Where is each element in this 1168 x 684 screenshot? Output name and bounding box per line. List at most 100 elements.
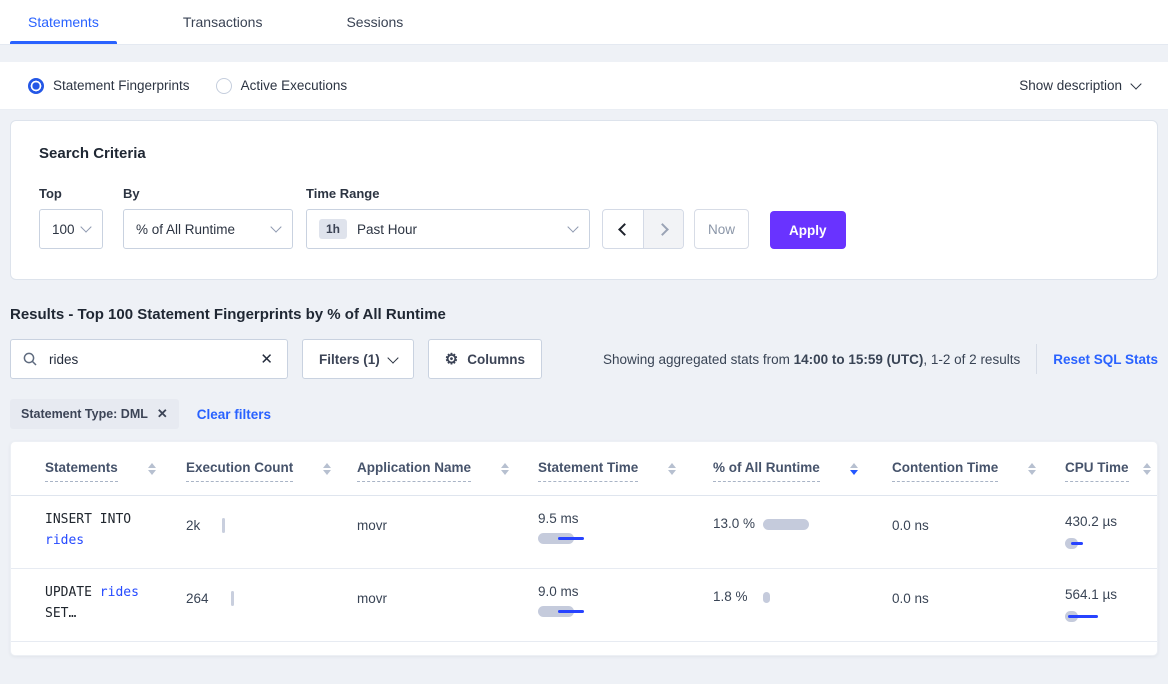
chevron-right-icon (656, 223, 669, 236)
value-bar (763, 592, 770, 603)
sort-arrows-icon[interactable] (323, 463, 331, 475)
statement-text: UPDATE (45, 585, 100, 600)
sort-down-icon (668, 470, 676, 475)
tab-transactions[interactable]: Transactions (165, 0, 281, 44)
radio-label: Statement Fingerprints (53, 78, 190, 93)
sort-arrows-icon[interactable] (668, 463, 676, 475)
remove-filter-icon[interactable]: ✕ (157, 406, 168, 422)
now-button[interactable]: Now (694, 209, 749, 249)
sort-down-icon (501, 470, 509, 475)
column-header-label: Statements (45, 460, 118, 482)
clear-search-icon[interactable]: ✕ (258, 350, 275, 368)
value-bar (763, 519, 809, 530)
top-tab-bar: Statements Transactions Sessions (0, 0, 1168, 45)
bar-line-icon (558, 610, 584, 613)
sort-down-icon (148, 470, 156, 475)
tab-statements[interactable]: Statements (10, 0, 117, 44)
active-filters-row: Statement Type: DML ✕ Clear filters (10, 399, 1158, 429)
column-header-label: Application Name (357, 460, 471, 482)
time-range-label: Time Range (306, 186, 602, 201)
stats-time-range: 14:00 to 15:59 (UTC) (794, 352, 924, 367)
sort-up-icon (1028, 463, 1036, 468)
chevron-down-icon (1130, 78, 1141, 89)
by-select[interactable]: % of All Runtime (123, 209, 293, 249)
filters-button[interactable]: Filters (1) (302, 339, 414, 379)
statement-cell[interactable]: INSERT INTO rides (45, 509, 161, 551)
filters-button-label: Filters (1) (319, 352, 380, 367)
radio-label: Active Executions (241, 78, 348, 93)
sort-down-icon (1028, 470, 1036, 475)
prev-time-button[interactable] (603, 210, 643, 248)
execution-count-cell: 2k (186, 518, 357, 533)
time-range-badge: 1h (319, 219, 347, 239)
bar-line-icon (1068, 615, 1098, 618)
runtime-pct-cell: 1.8 % (713, 584, 892, 610)
value-bar (538, 533, 584, 544)
chevron-down-icon (270, 221, 281, 232)
column-header-application-name[interactable]: Application Name (357, 442, 538, 495)
sort-up-icon (148, 463, 156, 468)
by-label: By (123, 186, 306, 201)
column-header-label: CPU Time (1065, 460, 1129, 482)
sort-arrows-icon[interactable] (501, 463, 509, 475)
sort-arrows-icon[interactable] (1028, 463, 1036, 475)
column-header-contention-time[interactable]: Contention Time (892, 442, 1065, 495)
execution-count-value: 264 (186, 591, 209, 606)
execution-count-bar-icon (231, 591, 234, 606)
gear-icon: ⚙ (445, 352, 458, 367)
runtime-pct-value: 13.0 % (713, 511, 757, 537)
statement-time-value: 9.0 ms (538, 584, 579, 599)
column-header-cpu-time[interactable]: CPU Time (1065, 442, 1151, 495)
tab-sessions[interactable]: Sessions (328, 0, 421, 44)
stats-text-prefix: Showing aggregated stats from (603, 352, 794, 367)
radio-active-executions[interactable]: Active Executions (216, 78, 348, 94)
statement-cell[interactable]: UPDATE rides SET… (45, 582, 161, 624)
sort-up-icon (323, 463, 331, 468)
value-bar (538, 606, 584, 617)
execution-count-bar-icon (222, 518, 225, 533)
time-range-value: Past Hour (357, 222, 417, 237)
statement-time-value: 9.5 ms (538, 511, 579, 526)
search-criteria-panel: Search Criteria Top 100 By % of All Runt… (10, 120, 1158, 280)
top-label: Top (39, 186, 123, 201)
column-header-statement-time[interactable]: Statement Time (538, 442, 713, 495)
statements-table: Statements Execution CountApplication Nam… (10, 441, 1158, 656)
clear-filters-link[interactable]: Clear filters (197, 407, 271, 422)
table-row: INSERT INTO rides2kmovr9.5 ms13.0 %0.0 n… (11, 496, 1157, 569)
time-range-select[interactable]: 1h Past Hour (306, 209, 590, 249)
apply-button[interactable]: Apply (770, 211, 846, 249)
top-select[interactable]: 100 (39, 209, 103, 249)
column-header-execution-count[interactable]: Execution Count (186, 442, 357, 495)
cpu-time-cell: 430.2 µs (1065, 509, 1119, 549)
columns-button[interactable]: ⚙ Columns (428, 339, 542, 379)
radio-unselected-icon (216, 78, 232, 94)
table-row: UPDATE rides SET…264movr9.0 ms1.8 %0.0 n… (11, 569, 1157, 642)
by-select-value: % of All Runtime (136, 222, 235, 237)
reset-sql-stats-link[interactable]: Reset SQL Stats (1053, 352, 1158, 367)
contention-time-cell: 0.0 ns (892, 591, 1065, 606)
show-description-toggle[interactable]: Show description (1019, 78, 1140, 93)
runtime-pct-cell: 13.0 % (713, 511, 892, 537)
sort-arrows-icon[interactable] (1143, 463, 1151, 475)
statement-table-link[interactable]: rides (45, 533, 84, 548)
view-toggle-bar: Statement Fingerprints Active Executions… (0, 62, 1168, 110)
search-input[interactable] (47, 351, 258, 368)
statement-table-link[interactable]: rides (100, 585, 139, 600)
sort-up-icon (668, 463, 676, 468)
chevron-down-icon (80, 221, 91, 232)
results-heading: Results - Top 100 Statement Fingerprints… (10, 306, 1158, 323)
execution-count-cell: 264 (186, 591, 357, 606)
statement-time-cell: 9.0 ms (538, 584, 713, 617)
sort-arrows-icon[interactable] (850, 463, 858, 475)
next-time-button[interactable] (643, 210, 683, 248)
statement-text: SET… (45, 606, 76, 621)
statement-search-box[interactable]: ✕ (10, 339, 288, 379)
table-rows: INSERT INTO rides2kmovr9.5 ms13.0 %0.0 n… (11, 496, 1157, 642)
runtime-pct-value: 1.8 % (713, 584, 757, 610)
statement-text: INSERT INTO (45, 512, 131, 527)
filter-chip-statement-type[interactable]: Statement Type: DML ✕ (10, 399, 179, 429)
column-header-statements[interactable]: Statements (45, 442, 186, 495)
radio-statement-fingerprints[interactable]: Statement Fingerprints (28, 78, 190, 94)
sort-arrows-icon[interactable] (148, 463, 156, 475)
column-header--of-all-runtime[interactable]: % of All Runtime (713, 442, 892, 495)
